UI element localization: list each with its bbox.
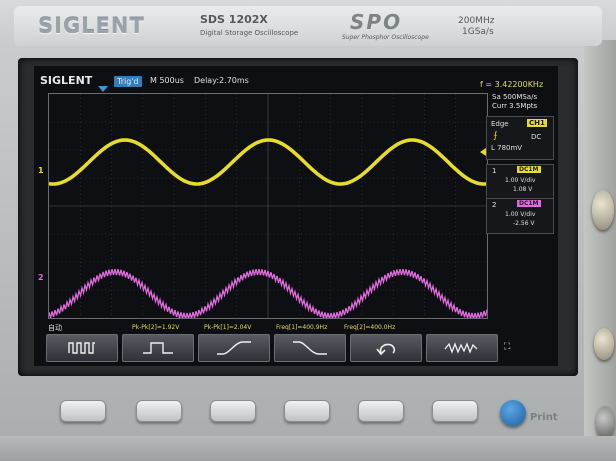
pulse-wave-icon: [143, 342, 173, 354]
probe-connector-knob[interactable]: [596, 406, 614, 440]
samplerate-spec: 1GSa/s: [462, 27, 494, 37]
softkey-button-4[interactable]: [284, 400, 330, 422]
measure-item: Pk-Pk[1]=2.04V: [204, 324, 252, 331]
measure-item: Freq[1]=400.9Hz: [276, 324, 328, 331]
control-knob[interactable]: [592, 190, 614, 230]
measure-item: Pk-Pk[2]=1.92V: [132, 324, 180, 331]
softkey-menu: [46, 334, 546, 362]
bandwidth-spec: 200MHz: [458, 16, 495, 26]
ch2-number: 2: [492, 201, 497, 209]
measurement-bar: 自动 Pk-Pk[2]=1.92V Pk-Pk[1]=2.04V Freq[1]…: [34, 323, 558, 333]
waveform-plot: [49, 94, 487, 318]
brand-logo: SIGLENT: [38, 14, 145, 38]
trigger-source-badge: CH1: [527, 119, 547, 127]
noise-wave-icon: [444, 342, 478, 354]
ch1-info-panel[interactable]: 1 DC1M 1.00 V/div 1.08 V: [486, 164, 554, 200]
bottom-panel: [0, 436, 616, 461]
rising-slope-icon: ⨍: [493, 131, 498, 141]
menu-pointer-icon: [98, 86, 108, 92]
trigger-coupling: DC: [531, 133, 542, 141]
measure-mode-label: 自动: [48, 324, 62, 332]
square-wave-softkey[interactable]: [46, 334, 118, 362]
measure-item: Freq[2]=400.0Hz: [344, 324, 396, 331]
undo-softkey[interactable]: [350, 334, 422, 362]
ch1-number: 1: [492, 167, 497, 175]
trigger-level: L 780mV: [491, 144, 523, 152]
ch2-offset: -2.56 V: [513, 220, 535, 227]
usb-icon: ⛶: [504, 342, 511, 352]
softkey-button-5[interactable]: [358, 400, 404, 422]
display-screen: SIGLENT Trig'd M 500us Delay:2.70ms f = …: [34, 66, 558, 366]
waveform-grid[interactable]: [48, 93, 488, 319]
ch2-offset-marker[interactable]: 2: [38, 273, 44, 282]
sample-rate-readout: Sa 500MSa/s: [492, 93, 538, 101]
fall-edge-icon: [293, 341, 327, 355]
ch1-vdiv: 1.00 V/div: [505, 177, 536, 184]
ch1-offset: 1.08 V: [513, 186, 533, 193]
ch1-coupling-badge: DC1M: [517, 166, 541, 173]
ch2-coupling-badge: DC1M: [517, 200, 541, 207]
softkey-button-1[interactable]: [60, 400, 106, 422]
rise-edge-softkey[interactable]: [198, 334, 270, 362]
print-label: Print: [530, 412, 558, 423]
control-knob[interactable]: [594, 328, 614, 360]
trigger-type: Edge: [491, 120, 509, 128]
model-name: SDS 1202X: [200, 13, 268, 26]
trigger-panel[interactable]: Edge CH1 ⨍ DC L 780mV: [486, 116, 554, 160]
ch2-info-panel[interactable]: 2 DC1M 1.00 V/div -2.56 V: [486, 198, 554, 234]
square-wave-icon: [68, 342, 95, 354]
screen-brand: SIGLENT: [40, 74, 93, 87]
model-subtitle: Digital Storage Oscilloscope: [200, 29, 299, 37]
softkey-button-6[interactable]: [432, 400, 478, 422]
timebase-readout: M 500us: [150, 76, 184, 85]
noise-wave-softkey[interactable]: [426, 334, 498, 362]
frequency-counter: f = 3.42200KHz: [480, 80, 544, 89]
trigger-status-badge: Trig'd: [114, 76, 142, 87]
delay-readout: Delay:2.70ms: [194, 76, 249, 85]
memory-depth-readout: Curr 3.5Mpts: [492, 102, 538, 110]
rise-edge-icon: [217, 341, 251, 355]
trigger-level-marker-icon: [480, 148, 486, 156]
spo-logo: SPO: [350, 10, 403, 34]
spo-subtitle: Super Phosphor Oscilloscope: [342, 34, 429, 41]
ch1-offset-marker[interactable]: 1: [38, 166, 44, 175]
print-button[interactable]: [500, 400, 526, 426]
undo-arrow-icon: [376, 343, 396, 356]
softkey-button-3[interactable]: [210, 400, 256, 422]
fall-edge-softkey[interactable]: [274, 334, 346, 362]
pulse-wave-softkey[interactable]: [122, 334, 194, 362]
softkey-button-2[interactable]: [136, 400, 182, 422]
ch2-vdiv: 1.00 V/div: [505, 211, 536, 218]
